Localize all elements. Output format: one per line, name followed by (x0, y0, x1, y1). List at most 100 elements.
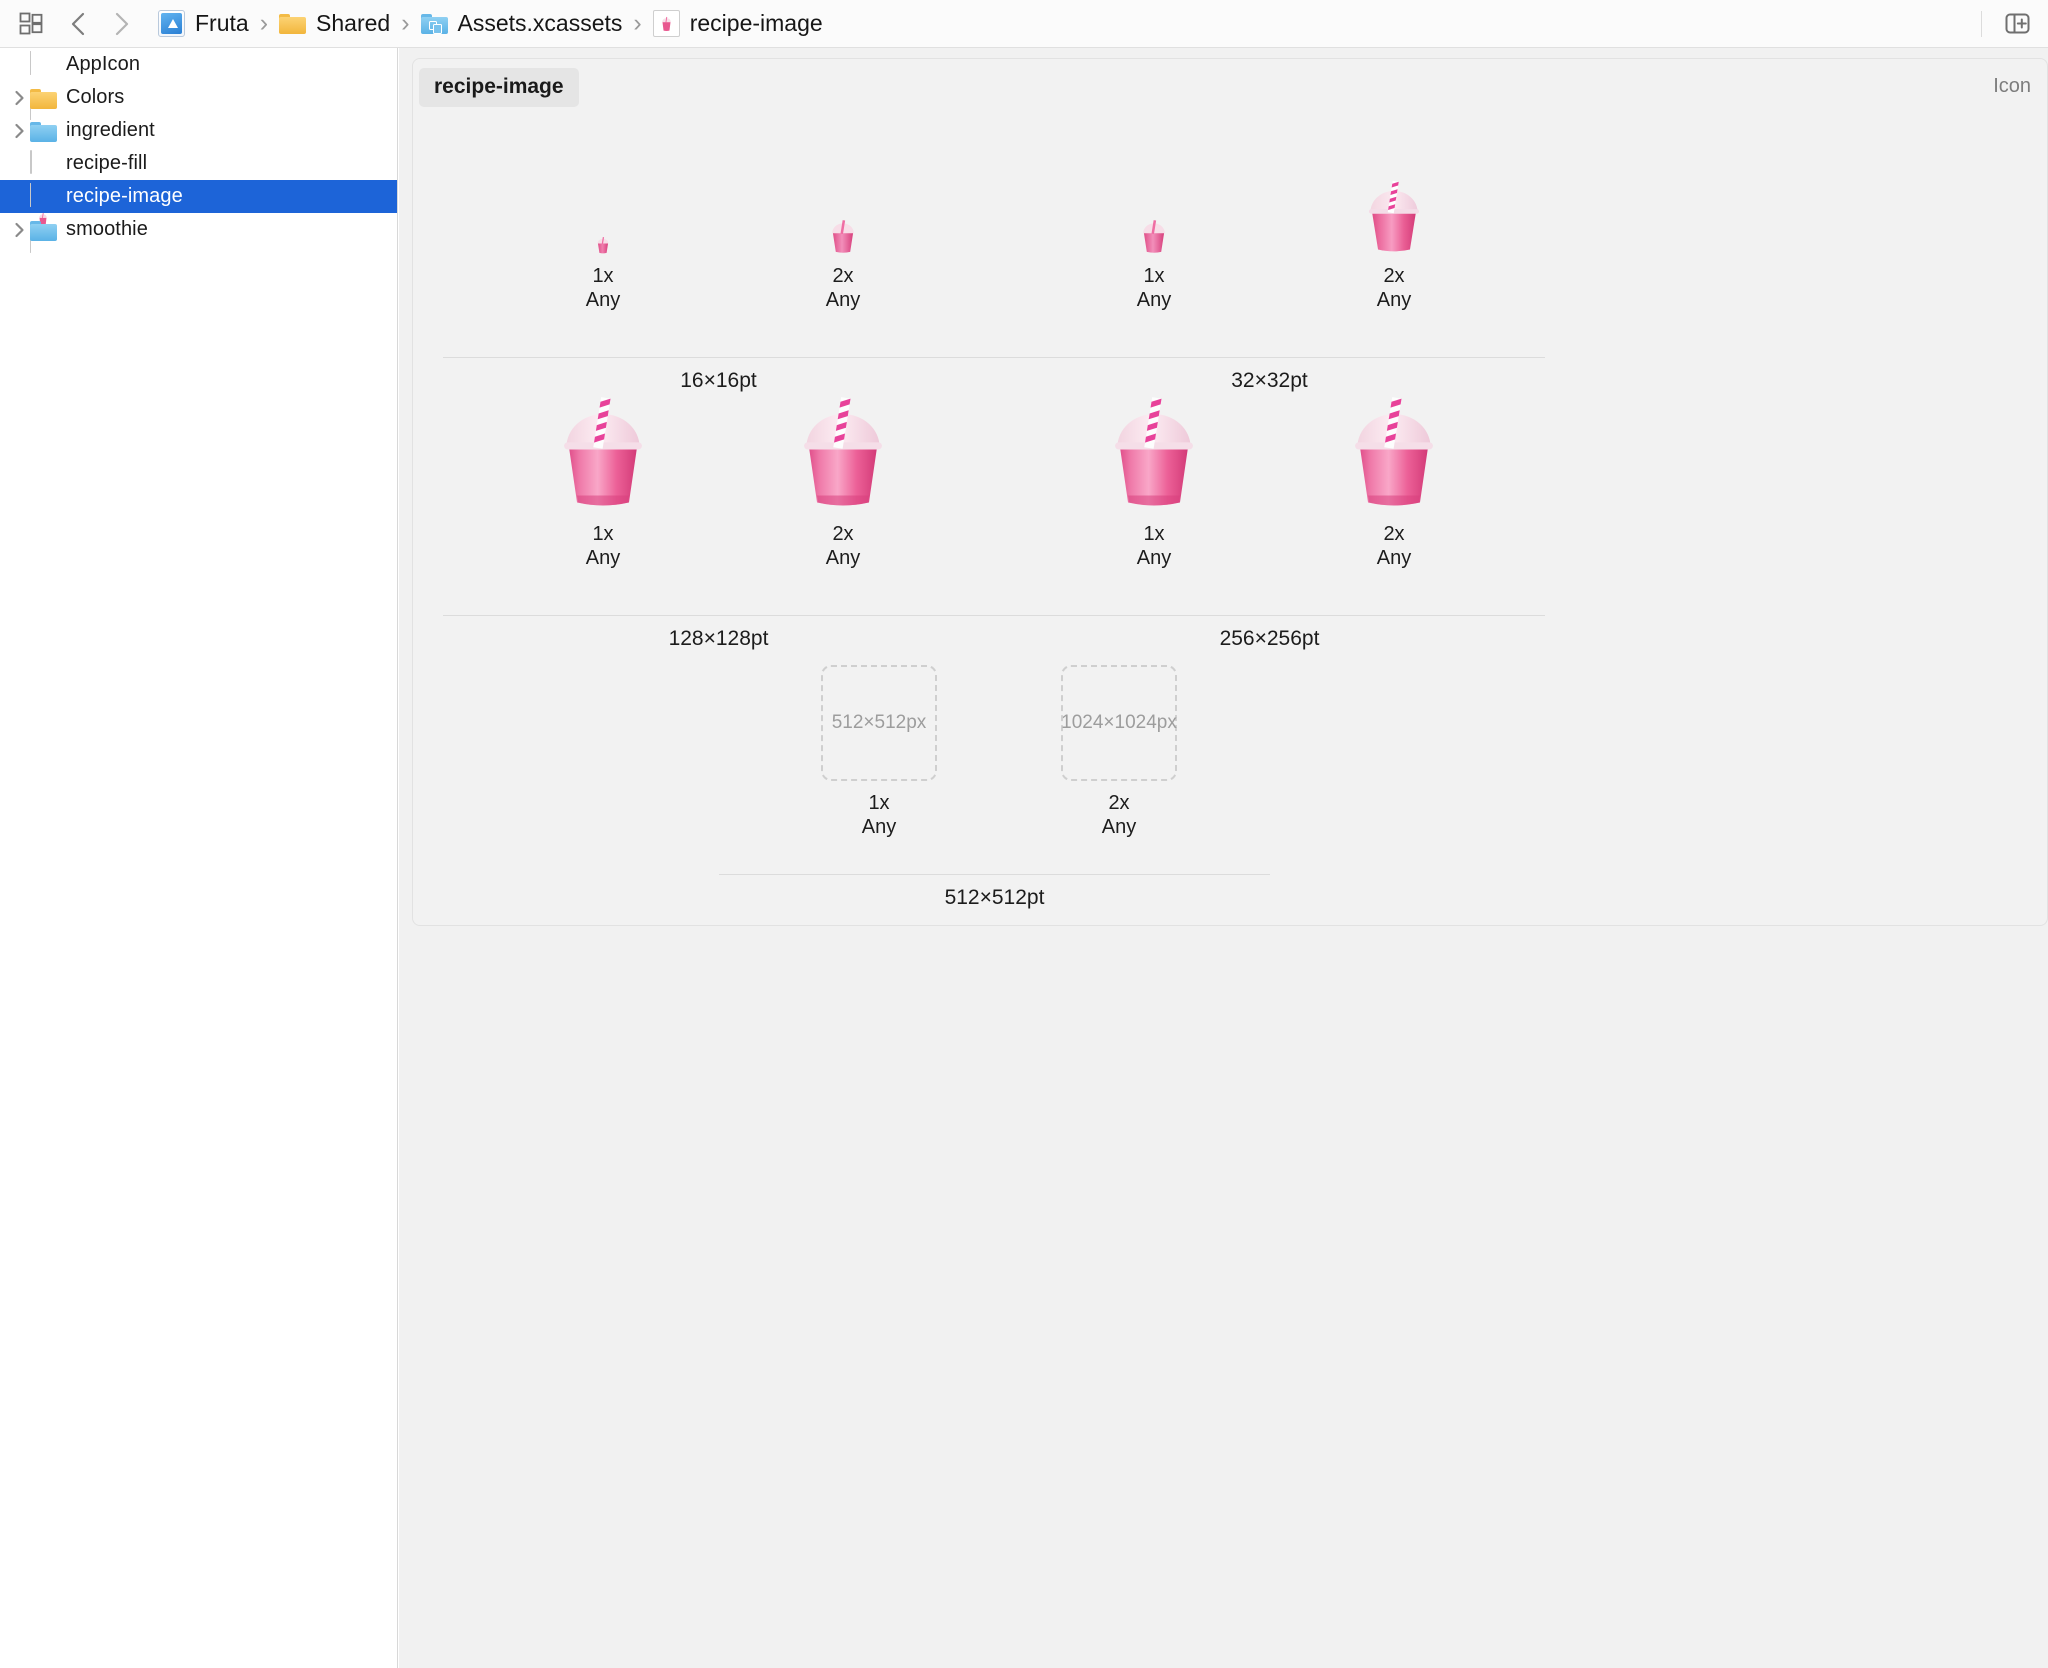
asset-appearance-label: Any (1136, 547, 1172, 569)
asset-slot[interactable]: 1024×1024px 2x Any (1019, 641, 1219, 839)
asset-appearance-label: Any (1376, 547, 1412, 569)
folder-yellow-icon (30, 85, 57, 111)
asset-scale-label: 1x (1143, 265, 1165, 287)
asset-slot-caption: 1x Any (779, 791, 979, 839)
group-size-label: 512×512pt (944, 886, 1045, 909)
asset-appearance-label: Any (1376, 289, 1412, 311)
asset-preview[interactable] (1054, 114, 1254, 254)
group-rule (719, 874, 1270, 875)
asset-scale-label: 2x (1108, 792, 1130, 814)
toolbar-divider (1981, 10, 1982, 37)
image-set-thumbnail (30, 182, 56, 253)
asset-slot[interactable]: 1x Any (1054, 372, 1254, 570)
sidebar-item-smoothie[interactable]: smoothie (0, 213, 397, 246)
asset-scale-label: 1x (592, 265, 614, 287)
placeholder-label: 512×512px (831, 712, 927, 733)
group-rule (443, 615, 994, 616)
asset-preview[interactable] (743, 114, 943, 254)
asset-slot[interactable]: 1x Any (503, 114, 703, 312)
asset-preview-placeholder[interactable]: 1024×1024px (1019, 641, 1219, 781)
breadcrumb-separator: › (259, 9, 269, 37)
asset-navigator-sidebar[interactable]: AppIcon Colors ingredient recipe-fill re… (0, 48, 398, 1668)
asset-preview[interactable] (1294, 114, 1494, 254)
inspector-toggle-icon[interactable] (2000, 7, 2034, 41)
size-group-256pt: 1x Any 2x Any 256×256pt (994, 372, 1545, 650)
asset-preview[interactable] (1054, 372, 1254, 512)
grid-icon[interactable] (14, 7, 48, 41)
asset-set-panel[interactable]: recipe-image Icon 1x Any 2x Any 16×16pt … (412, 58, 2048, 926)
asset-slot[interactable]: 1x Any (1054, 114, 1254, 312)
navigation-arrows (62, 7, 138, 41)
size-group-128pt: 1x Any 2x Any 128×128pt (443, 372, 994, 650)
breadcrumb-separator: › (401, 9, 410, 37)
asset-editor-content: recipe-image Icon 1x Any 2x Any 16×16pt … (399, 48, 2048, 1668)
appicon-thumbnail (30, 50, 56, 120)
xcodeproj-icon (158, 10, 185, 37)
sidebar-item-label: AppIcon (66, 53, 141, 75)
breadcrumb-label: Assets.xcassets (457, 10, 623, 36)
image-set-icon (652, 10, 680, 37)
breadcrumb-label: Fruta (195, 10, 249, 36)
asset-scale-label: 2x (1383, 523, 1405, 545)
group-rule (443, 357, 994, 358)
folder-yellow-icon (279, 10, 307, 37)
asset-preview[interactable] (743, 372, 943, 512)
sidebar-item-label: recipe-image (66, 185, 183, 207)
asset-scale-label: 2x (832, 523, 854, 545)
sidebar-item-label: Colors (66, 86, 125, 108)
asset-preview[interactable] (1294, 372, 1494, 512)
disclosure-triangle-icon[interactable] (8, 81, 30, 114)
toolbar: Fruta › Shared › Assets.xcassets › recip… (0, 0, 2048, 48)
asset-scale-label: 2x (832, 265, 854, 287)
breadcrumb-item-project[interactable]: Fruta (158, 10, 249, 37)
breadcrumb-label: Shared (316, 10, 391, 36)
chevron-left-icon[interactable] (62, 7, 96, 41)
asset-preview[interactable] (503, 114, 703, 254)
asset-slot-caption: 1x Any (503, 264, 703, 312)
folder-blue-icon (30, 217, 57, 243)
disclosure-triangle-icon[interactable] (8, 213, 30, 246)
sidebar-item-recipe-fill[interactable]: recipe-fill (0, 147, 397, 180)
sidebar-item-recipe-image[interactable]: recipe-image (0, 180, 397, 253)
asset-scale-label: 1x (592, 523, 614, 545)
asset-slot-caption: 1x Any (1054, 264, 1254, 312)
asset-scale-label: 1x (868, 792, 890, 814)
breadcrumb-item-recipe-image[interactable]: recipe-image (652, 10, 823, 37)
chevron-right-icon[interactable] (104, 7, 138, 41)
asset-slot[interactable]: 2x Any (1294, 372, 1494, 570)
placeholder-box[interactable]: 512×512px (821, 665, 937, 781)
asset-slot[interactable]: 512×512px 1x Any (779, 641, 979, 839)
xcassets-icon (420, 10, 448, 37)
asset-slot[interactable]: 1x Any (503, 372, 703, 570)
breadcrumb-item-assets[interactable]: Assets.xcassets (420, 10, 623, 37)
placeholder-box[interactable]: 1024×1024px (1061, 665, 1177, 781)
group-rule (994, 615, 1545, 616)
breadcrumb: Fruta › Shared › Assets.xcassets › recip… (158, 9, 823, 38)
disclosure-triangle-icon[interactable] (8, 114, 30, 147)
size-group-512pt: 512×512px 1x Any 1024×1024px 2x Any 512×… (719, 641, 1270, 909)
panel-kind-label: Icon (1993, 75, 2031, 97)
asset-preview-placeholder[interactable]: 512×512px (779, 641, 979, 781)
asset-slot-caption: 1x Any (1054, 522, 1254, 570)
breadcrumb-item-shared[interactable]: Shared (279, 10, 390, 37)
folder-blue-icon (30, 118, 57, 144)
panel-title: recipe-image (419, 68, 579, 107)
asset-slot[interactable]: 2x Any (743, 114, 943, 312)
asset-slot[interactable]: 2x Any (743, 372, 943, 570)
asset-preview[interactable] (503, 372, 703, 512)
asset-scale-label: 2x (1383, 265, 1405, 287)
asset-slot-caption: 2x Any (743, 522, 943, 570)
placeholder-label: 1024×1024px (1061, 712, 1177, 733)
asset-slot-caption: 2x Any (1294, 264, 1494, 312)
sidebar-item-colors[interactable]: Colors (0, 81, 397, 114)
group-rule (994, 357, 1545, 358)
sidebar-item-ingredient[interactable]: ingredient (0, 114, 397, 147)
sidebar-item-appicon[interactable]: AppIcon (0, 48, 397, 120)
sidebar-item-label: recipe-fill (66, 152, 148, 174)
asset-appearance-label: Any (825, 289, 861, 311)
asset-slot-caption: 2x Any (1019, 791, 1219, 839)
size-group-32pt: 1x Any 2x Any 32×32pt (994, 114, 1545, 392)
asset-appearance-label: Any (825, 547, 861, 569)
size-group-16pt: 1x Any 2x Any 16×16pt (443, 114, 994, 392)
asset-slot[interactable]: 2x Any (1294, 114, 1494, 312)
